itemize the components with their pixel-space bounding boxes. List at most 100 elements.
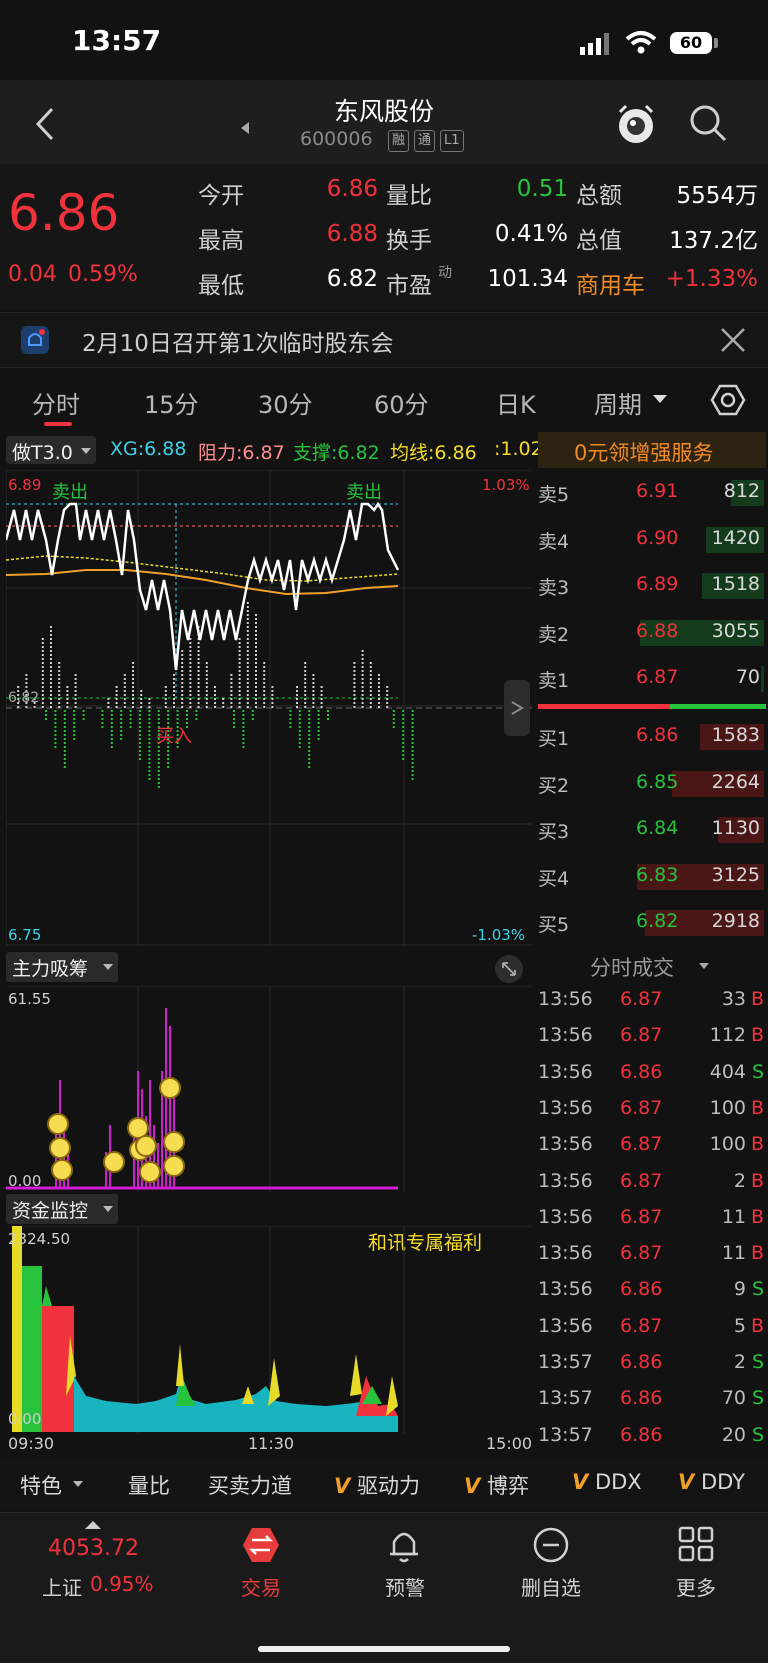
nav-more[interactable]: 更多 bbox=[646, 1572, 746, 1601]
trade-time: 13:56 bbox=[538, 1060, 593, 1083]
ob-label: 卖3 bbox=[538, 577, 570, 600]
trade-side: B bbox=[750, 1133, 764, 1156]
search-icon[interactable] bbox=[688, 103, 728, 143]
trade-volume: 70 bbox=[721, 1387, 746, 1410]
trade-side: B bbox=[750, 1169, 764, 1192]
nav-remove-watchlist[interactable]: 删自选 bbox=[501, 1572, 601, 1601]
sub2-max: 2324.50 bbox=[8, 1230, 70, 1248]
ask-row[interactable]: 卖1 6.87 70 bbox=[538, 656, 766, 702]
x-axis-mid: 11:30 bbox=[248, 1434, 295, 1453]
trade-time: 13:57 bbox=[538, 1423, 593, 1446]
tab-30min[interactable]: 30分 bbox=[258, 385, 313, 420]
indicator-volume-ratio[interactable]: 量比 bbox=[128, 1470, 170, 1500]
trade-side: B bbox=[750, 1205, 764, 1228]
bell-icon[interactable] bbox=[386, 1526, 422, 1564]
chevron-down-icon bbox=[81, 448, 91, 454]
value-turnover-amount: 5554万 bbox=[676, 183, 758, 209]
vip-mark: V bbox=[572, 1470, 589, 1494]
trades-header[interactable]: 分时成交 bbox=[590, 952, 674, 982]
ob-price: 6.90 bbox=[636, 526, 679, 549]
sell-signal-2: 卖出 bbox=[346, 482, 382, 503]
fullscreen-icon[interactable] bbox=[494, 954, 524, 984]
trade-time: 13:56 bbox=[538, 1242, 593, 1265]
settings-icon[interactable] bbox=[710, 382, 746, 418]
trade-price: 6.86 bbox=[620, 1387, 663, 1410]
bid-row[interactable]: 买1 6.86 1583 bbox=[538, 714, 766, 760]
grid-more-icon[interactable] bbox=[678, 1526, 714, 1562]
trade-volume: 404 bbox=[709, 1060, 746, 1083]
tag-margin: 融 bbox=[388, 130, 410, 152]
sector-name[interactable]: 商用车 bbox=[576, 266, 645, 300]
sub2-chart[interactable]: 2324.50 0.00 bbox=[6, 1226, 532, 1434]
ask-row[interactable]: 卖4 6.90 1420 bbox=[538, 517, 766, 563]
bid-row[interactable]: 买2 6.85 2264 bbox=[538, 761, 766, 807]
trade-price: 6.87 bbox=[620, 988, 663, 1010]
indicator-drive[interactable]: V 驱动力 bbox=[334, 1470, 420, 1500]
trade-side: S bbox=[751, 1278, 764, 1301]
trade-time: 13:57 bbox=[538, 1351, 593, 1373]
bid-row[interactable]: 买3 6.84 1130 bbox=[538, 807, 766, 853]
trade-side: S bbox=[751, 1351, 764, 1373]
tab-daily[interactable]: 日K bbox=[496, 385, 536, 420]
ob-label: 卖5 bbox=[538, 484, 570, 506]
trade-volume: 112 bbox=[709, 1024, 746, 1047]
chevron-down-icon bbox=[103, 1206, 113, 1212]
remove-watchlist-icon[interactable] bbox=[532, 1526, 570, 1564]
sub1-chart[interactable]: 61.55 0.00 bbox=[6, 986, 532, 1192]
trade-row: 13:56 6.86 404 S bbox=[538, 1055, 766, 1091]
indicator-special[interactable]: 特色 bbox=[20, 1470, 62, 1500]
trade-price: 6.87 bbox=[620, 1024, 663, 1047]
nav-trade[interactable]: 交易 bbox=[211, 1572, 311, 1601]
ob-price: 6.84 bbox=[636, 817, 679, 840]
coin-icon bbox=[159, 1077, 181, 1099]
indicator-game-label: 博弈 bbox=[486, 1474, 529, 1498]
expand-handle[interactable] bbox=[504, 680, 530, 736]
nav-alert[interactable]: 预警 bbox=[355, 1572, 455, 1601]
resistance-value: 阻力:6.87 bbox=[198, 442, 285, 464]
label-high: 最高 bbox=[198, 228, 244, 254]
ask-row[interactable]: 卖5 6.91 812 bbox=[538, 470, 766, 516]
coin-icon bbox=[127, 1117, 149, 1139]
support-value: 支撑:6.82 bbox=[293, 442, 380, 464]
trade-price: 6.86 bbox=[620, 1351, 663, 1373]
signal-icon bbox=[580, 33, 609, 55]
bid-row[interactable]: 买4 6.83 3125 bbox=[538, 854, 766, 900]
buy-sell-ratio-bar bbox=[538, 704, 766, 709]
tab-15min[interactable]: 15分 bbox=[144, 385, 199, 420]
trade-side: B bbox=[750, 988, 764, 1010]
chart-low-pct: -1.03% bbox=[472, 926, 525, 944]
close-icon[interactable] bbox=[720, 327, 746, 353]
stock-code: 600006 bbox=[300, 128, 373, 150]
indicator-ddx-label: DDX bbox=[594, 1470, 642, 1494]
coin-icon bbox=[163, 1131, 185, 1153]
indicator-buy-sell-force[interactable]: 买卖力道 bbox=[208, 1470, 292, 1500]
ob-volume: 2918 bbox=[711, 910, 760, 933]
trade-icon[interactable] bbox=[242, 1526, 280, 1564]
tab-intraday[interactable]: 分时 bbox=[32, 385, 80, 420]
trade-volume: 2 bbox=[733, 1169, 746, 1192]
indicator-game[interactable]: V 博弈 bbox=[464, 1470, 529, 1500]
tab-60min[interactable]: 60分 bbox=[374, 385, 429, 420]
indicator-ddy[interactable]: V DDY bbox=[678, 1470, 745, 1494]
ask-row[interactable]: 卖2 6.88 3055 bbox=[538, 610, 766, 656]
ob-label: 买3 bbox=[538, 821, 570, 844]
tab-period[interactable]: 周期 bbox=[594, 385, 642, 420]
trade-price: 6.87 bbox=[620, 1169, 663, 1192]
bid-row[interactable]: 买5 6.82 2918 bbox=[538, 900, 766, 946]
trade-side: B bbox=[750, 1314, 764, 1337]
sector-change[interactable]: +1.33% bbox=[650, 266, 758, 292]
trade-side: B bbox=[750, 1024, 764, 1047]
sub2-min: 0.00 bbox=[8, 1410, 41, 1428]
trade-side: B bbox=[750, 1096, 764, 1119]
sub1-min: 0.00 bbox=[8, 1172, 41, 1190]
trade-row: 13:56 6.87 33 B bbox=[538, 982, 766, 1018]
ask-row[interactable]: 卖3 6.89 1518 bbox=[538, 563, 766, 609]
index-value[interactable]: 4053.72 bbox=[48, 1536, 139, 1561]
intraday-chart[interactable]: 6.89 1.03% 6.75 -1.03% 6.82 卖出 卖出 买入 bbox=[6, 470, 532, 946]
chevron-down-icon bbox=[73, 1481, 83, 1487]
label-market-cap: 总值 bbox=[576, 228, 622, 254]
sub1-title: 主力吸筹 bbox=[12, 958, 89, 980]
mascot-icon[interactable] bbox=[614, 102, 658, 146]
indicator-ddx[interactable]: V DDX bbox=[572, 1470, 642, 1494]
x-axis-start: 09:30 bbox=[8, 1434, 55, 1453]
